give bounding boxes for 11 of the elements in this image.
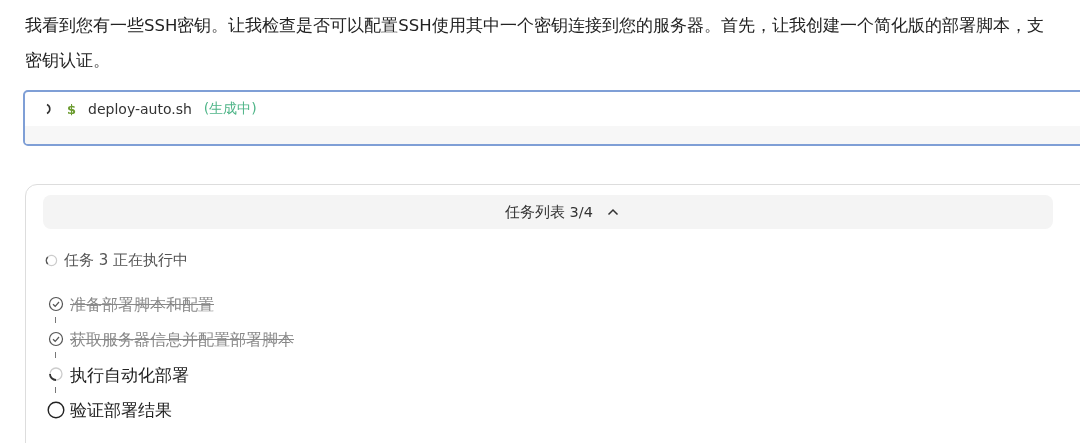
task-label: 准备部署脚本和配置: [70, 294, 214, 316]
loading-spinner-icon: [45, 254, 58, 267]
prompt-symbol: $: [67, 101, 77, 117]
task-label: 验证部署结果: [70, 399, 172, 421]
message-text: 我看到您有一些SSH密钥。让我检查是否可以配置SSH使用其中一个密钥连接到您的服务器。首先，让我创建一个简化版的部署脚本，支密钥认证。: [25, 15, 1045, 72]
task-label: 获取服务器信息并配置部署脚本: [70, 329, 294, 351]
task-list-header[interactable]: 任务列表 3/4: [43, 195, 1053, 229]
current-task-text: 任务 3 正在执行中: [64, 251, 189, 270]
file-status: (生成中): [203, 100, 257, 118]
file-name: deploy-auto.sh: [88, 101, 192, 117]
task-label: 执行自动化部署: [70, 364, 189, 386]
